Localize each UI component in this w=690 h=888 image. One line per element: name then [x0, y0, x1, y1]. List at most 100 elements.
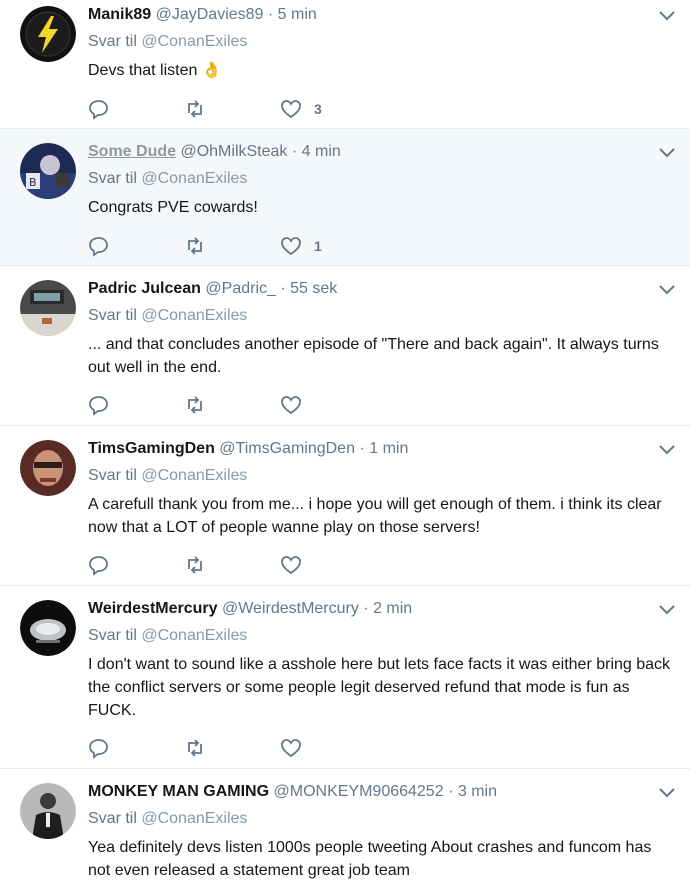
reply-button[interactable] — [88, 554, 184, 576]
retweet-button[interactable] — [184, 235, 280, 257]
author-name[interactable]: TimsGamingDen — [88, 440, 215, 457]
tweet-header: Some Dude @OhMilkSteak · 4 min — [88, 129, 690, 163]
avatar[interactable] — [20, 600, 76, 656]
separator-dot: · — [291, 143, 298, 160]
author-name[interactable]: Padric Julcean — [88, 280, 201, 297]
author-handle[interactable]: @Padric_ — [205, 280, 276, 297]
retweet-icon — [188, 396, 202, 414]
timestamp[interactable]: 4 min — [302, 143, 341, 160]
tweet[interactable]: Manik89 @JayDavies89 · 5 min Svar til @C… — [0, 0, 690, 129]
like-count: 3 — [314, 101, 322, 117]
retweet-icon — [188, 100, 202, 118]
reply-mention[interactable]: @ConanExiles — [141, 33, 247, 50]
tweet-actions — [88, 393, 690, 417]
reply-prefix: Svar til — [88, 307, 137, 324]
tweet-actions: 3 — [88, 97, 690, 121]
avatar[interactable] — [20, 440, 76, 496]
tweet-text: ... and that concludes another episode o… — [88, 336, 659, 376]
author-handle[interactable]: @JayDavies89 — [156, 6, 264, 23]
heart-icon — [281, 237, 301, 256]
author-handle[interactable]: @OhMilkSteak — [180, 143, 287, 160]
like-button[interactable] — [280, 737, 376, 759]
avatar[interactable] — [20, 280, 76, 336]
retweet-icon — [188, 739, 202, 757]
timestamp[interactable]: 5 min — [278, 6, 317, 23]
reply-prefix: Svar til — [88, 810, 137, 827]
reply-prefix: Svar til — [88, 170, 137, 187]
avatar[interactable] — [20, 6, 76, 62]
face-avatar-icon — [20, 440, 76, 496]
timestamp[interactable]: 55 sek — [290, 280, 337, 297]
heart-icon — [281, 396, 301, 415]
tweet-feed: Manik89 @JayDavies89 · 5 min Svar til @C… — [0, 0, 690, 888]
reply-button[interactable] — [88, 235, 184, 257]
like-button[interactable]: 1 — [280, 235, 376, 257]
reply-mention[interactable]: @ConanExiles — [141, 810, 247, 827]
avatar[interactable]: B — [20, 143, 76, 199]
retweet-button[interactable] — [184, 394, 280, 416]
tweet[interactable]: Padric Julcean @Padric_ · 55 sek Svar ti… — [0, 266, 690, 426]
desk-avatar-icon — [20, 280, 76, 336]
tweet[interactable]: B Some Dude @OhMilkSteak · 4 min Svar ti… — [0, 129, 690, 266]
reply-context: Svar til @ConanExiles — [88, 465, 690, 487]
avatar[interactable] — [20, 783, 76, 839]
reply-icon — [89, 237, 108, 257]
tweet-text: A carefull thank you from me... i hope y… — [88, 496, 662, 536]
reply-context: Svar til @ConanExiles — [88, 305, 690, 327]
tweet-header: Manik89 @JayDavies89 · 5 min — [88, 0, 690, 26]
separator-dot: · — [448, 783, 454, 800]
timestamp[interactable]: 3 min — [458, 783, 497, 800]
tweet-actions — [88, 736, 690, 760]
tweet[interactable]: WeirdestMercury @WeirdestMercury · 2 min… — [0, 586, 690, 769]
reply-mention[interactable]: @ConanExiles — [141, 467, 247, 484]
tweet-text: Yea definitely devs listen 1000s people … — [88, 839, 652, 879]
reply-prefix: Svar til — [88, 627, 137, 644]
author-name[interactable]: WeirdestMercury — [88, 600, 218, 617]
tweet[interactable]: MONKEY MAN GAMING @MONKEYM90664252 · 3 m… — [0, 769, 690, 888]
tweet-actions — [88, 553, 690, 577]
reply-prefix: Svar til — [88, 467, 137, 484]
reply-mention[interactable]: @ConanExiles — [141, 627, 247, 644]
author-handle[interactable]: @MONKEYM90664252 — [274, 783, 444, 800]
author-name[interactable]: MONKEY MAN GAMING — [88, 783, 269, 800]
chevron-down-icon[interactable] — [658, 787, 676, 799]
chevron-down-icon[interactable] — [658, 444, 676, 456]
like-button[interactable] — [280, 554, 376, 576]
retweet-icon — [188, 556, 202, 574]
tweet-header: Padric Julcean @Padric_ · 55 sek — [88, 266, 690, 300]
chevron-down-icon[interactable] — [658, 604, 676, 616]
timestamp[interactable]: 2 min — [373, 600, 412, 617]
author-name[interactable]: Some Dude — [88, 143, 176, 160]
chevron-down-icon[interactable] — [658, 10, 676, 22]
reply-context: Svar til @ConanExiles — [88, 31, 690, 53]
reply-icon — [89, 556, 108, 576]
chevron-down-icon[interactable] — [658, 147, 676, 159]
reply-button[interactable] — [88, 98, 184, 120]
reply-button[interactable] — [88, 737, 184, 759]
heart-icon — [281, 100, 301, 119]
tweet-text: Congrats PVE cowards! — [88, 199, 258, 216]
separator-dot: · — [359, 440, 365, 457]
tweet-text: Devs that listen 👌 — [88, 62, 222, 79]
heart-icon — [281, 739, 301, 758]
retweet-icon — [188, 237, 202, 255]
author-handle[interactable]: @WeirdestMercury — [222, 600, 359, 617]
retweet-button[interactable] — [184, 554, 280, 576]
like-button[interactable]: 3 — [280, 98, 376, 120]
tweet-header: TimsGamingDen @TimsGamingDen · 1 min — [88, 426, 690, 460]
retweet-button[interactable] — [184, 737, 280, 759]
separator-dot: · — [363, 600, 369, 617]
reply-button[interactable] — [88, 394, 184, 416]
reply-icon — [89, 100, 108, 120]
author-handle[interactable]: @TimsGamingDen — [219, 440, 355, 457]
reply-mention[interactable]: @ConanExiles — [141, 170, 247, 187]
timestamp[interactable]: 1 min — [369, 440, 408, 457]
retweet-button[interactable] — [184, 98, 280, 120]
svg-text:B: B — [29, 176, 37, 189]
chevron-down-icon[interactable] — [658, 284, 676, 296]
tweet[interactable]: TimsGamingDen @TimsGamingDen · 1 min Sva… — [0, 426, 690, 586]
reply-mention[interactable]: @ConanExiles — [141, 307, 247, 324]
author-name[interactable]: Manik89 — [88, 6, 151, 23]
reply-icon — [89, 396, 108, 416]
like-button[interactable] — [280, 394, 376, 416]
